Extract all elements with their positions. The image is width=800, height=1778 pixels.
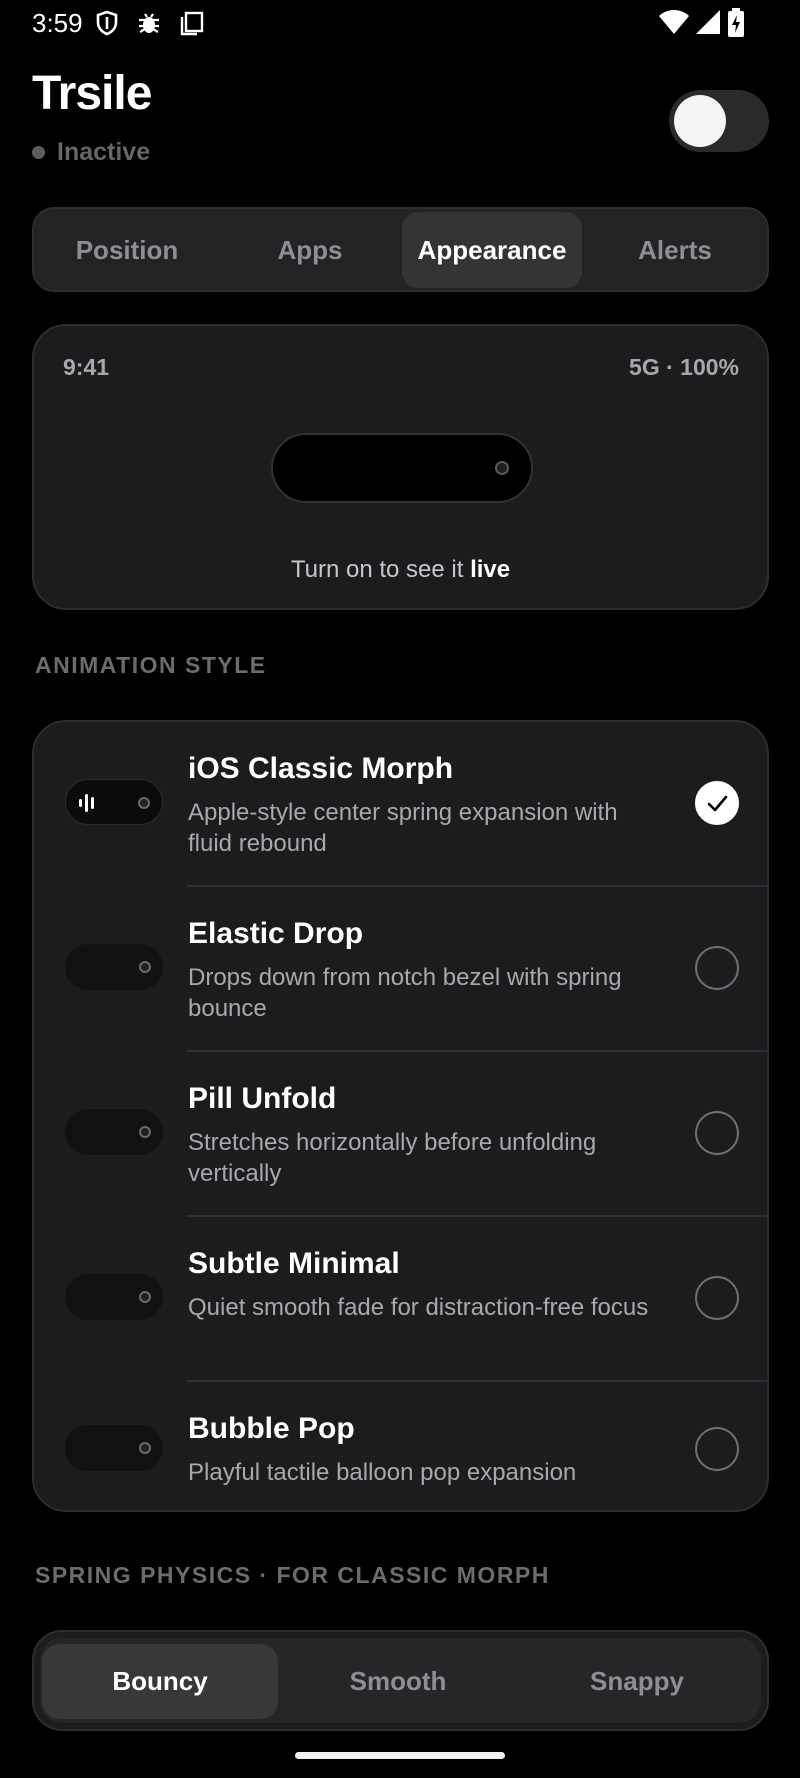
radio-unselected[interactable]: [695, 1276, 739, 1320]
radio-unselected[interactable]: [695, 1111, 739, 1155]
option-title: iOS Classic Morph: [188, 752, 454, 785]
battery-charging-icon: [728, 8, 744, 37]
option-description: Quiet smooth fade for distraction-free f…: [188, 1294, 649, 1321]
option-title: Bubble Pop: [188, 1412, 355, 1445]
option-description: Apple-style center spring expansion with…: [188, 799, 618, 857]
preview-hint: Turn on to see it live: [34, 556, 767, 584]
physics-section-label: SPRING PHYSICS · FOR CLASSIC MORPH: [35, 1562, 550, 1588]
animation-option-pill-unfold[interactable]: Pill Unfold Stretches horizontally befor…: [34, 1052, 767, 1215]
status-dot: [32, 146, 45, 159]
animation-option-ios-classic-morph[interactable]: iOS Classic Morph Apple-style center spr…: [34, 722, 767, 885]
preview-hint-emphasis: live: [470, 556, 511, 583]
option-description: Drops down from notch bezel with spring …: [188, 964, 622, 1022]
copy-icon: [180, 11, 204, 36]
status-time: 3:59: [32, 8, 83, 38]
island-pill-preview: [271, 433, 533, 503]
radio-unselected[interactable]: [695, 946, 739, 990]
shield-icon: [96, 10, 118, 36]
tab-alerts[interactable]: Alerts: [585, 212, 765, 288]
physics-option-snappy[interactable]: Snappy: [519, 1644, 755, 1719]
tab-bar: Position Apps Appearance Alerts: [32, 207, 769, 292]
camera-dot: [139, 1126, 151, 1138]
animation-thumbnail: [65, 944, 163, 990]
camera-dot: [139, 1291, 151, 1303]
radio-unselected[interactable]: [695, 1427, 739, 1471]
service-status: Inactive: [32, 138, 150, 167]
preview-card: 9:41 5G · 100% Turn on to see it live: [32, 324, 769, 610]
animation-option-elastic-drop[interactable]: Elastic Drop Drops down from notch bezel…: [34, 887, 767, 1050]
cell-signal-icon: [696, 10, 720, 34]
animation-section-label: ANIMATION STYLE: [35, 652, 267, 678]
animation-option-subtle-minimal[interactable]: Subtle Minimal Quiet smooth fade for dis…: [34, 1217, 767, 1380]
physics-option-bouncy[interactable]: Bouncy: [42, 1644, 278, 1719]
spring-physics-selector: Bouncy Smooth Snappy: [32, 1630, 769, 1731]
animation-thumbnail: [65, 779, 163, 825]
preview-time: 9:41: [63, 354, 110, 380]
audio-bars-icon: [79, 794, 94, 812]
option-title: Pill Unfold: [188, 1082, 337, 1115]
physics-option-smooth[interactable]: Smooth: [280, 1644, 516, 1719]
animation-thumbnail: [65, 1274, 163, 1320]
wifi-icon: [659, 10, 689, 34]
radio-selected[interactable]: [695, 781, 739, 825]
status-text: Inactive: [57, 138, 151, 166]
animation-thumbnail: [65, 1425, 163, 1471]
animation-option-bubble-pop[interactable]: Bubble Pop Playful tactile balloon pop e…: [34, 1382, 767, 1510]
tab-apps[interactable]: Apps: [220, 212, 400, 288]
option-title: Subtle Minimal: [188, 1247, 400, 1280]
camera-dot: [139, 1442, 151, 1454]
preview-network: 5G · 100%: [629, 354, 739, 380]
preview-hint-prefix: Turn on to see it: [290, 556, 464, 583]
animation-thumbnail: [65, 1109, 163, 1155]
app-title: Trsile: [32, 67, 152, 120]
enable-toggle[interactable]: [669, 90, 769, 152]
option-description: Stretches horizontally before unfolding …: [188, 1129, 597, 1187]
tab-appearance[interactable]: Appearance: [402, 212, 582, 288]
bug-icon: [139, 13, 159, 33]
option-title: Elastic Drop: [188, 917, 364, 950]
segmented-control: Bouncy Smooth Snappy: [40, 1638, 761, 1723]
status-bar: 3:59: [0, 0, 800, 48]
animation-style-list: iOS Classic Morph Apple-style center spr…: [32, 720, 769, 1512]
camera-dot: [138, 797, 150, 809]
check-icon: [707, 795, 728, 812]
toggle-knob: [674, 95, 726, 147]
camera-dot: [495, 461, 509, 475]
option-description: Playful tactile balloon pop expansion: [188, 1459, 577, 1486]
tab-position[interactable]: Position: [37, 212, 217, 288]
home-indicator[interactable]: [295, 1752, 505, 1759]
camera-dot: [139, 961, 151, 973]
